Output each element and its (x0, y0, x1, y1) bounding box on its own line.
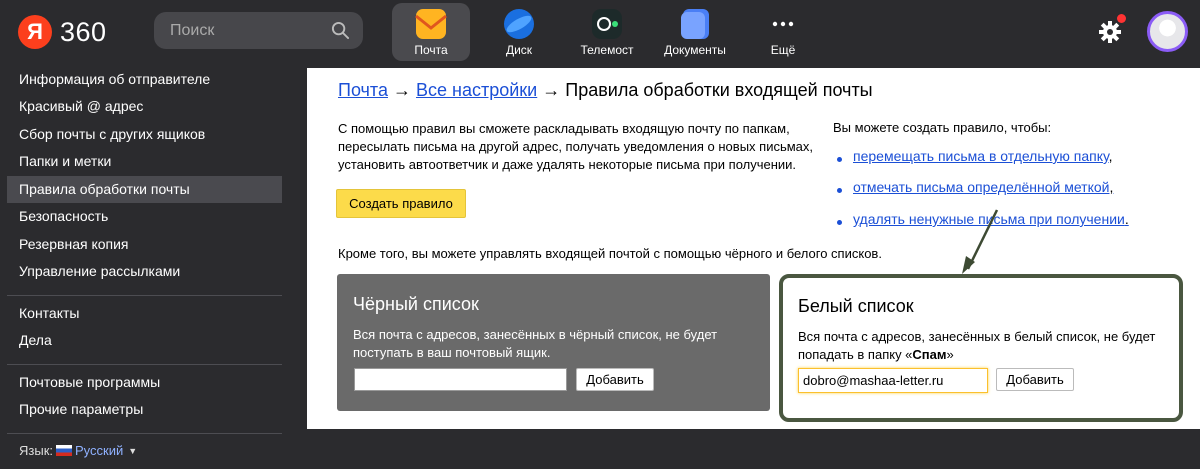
sidebar-item-beautiful-address[interactable]: Красивый @ адрес (7, 93, 282, 120)
notification-dot (1117, 14, 1126, 23)
whitelist-description: Вся почта с адресов, занесённых в белый … (798, 328, 1178, 364)
yandex-logo-icon: Я (18, 15, 52, 49)
rule-option-move-label: перемещать письма в отдельную папку (853, 148, 1109, 164)
rule-option-label-label: отмечать письма определённой меткой (853, 179, 1110, 195)
user-avatar[interactable] (1147, 11, 1188, 52)
sidebar-item-backup[interactable]: Резервная копия (7, 231, 282, 258)
blacklist-panel: Чёрный список Вся почта с адресов, занес… (337, 274, 770, 411)
whitelist-description-text: Вся почта с адресов, занесённых в белый … (798, 329, 1156, 362)
rules-intro-text: С помощью правил вы сможете раскладывать… (338, 121, 814, 172)
service-more[interactable]: Ещё (744, 3, 822, 61)
blacklist-add-button[interactable]: Добавить (576, 368, 654, 391)
rule-option-delete-label: удалять ненужные письма при получении (853, 211, 1125, 227)
blacklist-description: Вся почта с адресов, занесённых в чёрный… (353, 327, 718, 360)
lists-intro-text: Кроме того, вы можете управлять входящей… (338, 246, 882, 261)
service-mail-label: Почта (414, 43, 448, 57)
language-value: Русский (75, 443, 124, 458)
russian-flag-icon (56, 445, 72, 456)
settings-gear-icon[interactable] (1098, 20, 1122, 44)
search-box[interactable] (154, 12, 363, 49)
sidebar-item-folders-labels[interactable]: Папки и метки (7, 148, 282, 175)
breadcrumb: Почта → Все настройки → Правила обработк… (338, 80, 873, 101)
blacklist-email-input[interactable] (354, 368, 567, 391)
sidebar-item-tasks[interactable]: Дела (7, 327, 282, 354)
whitelist-add-button[interactable]: Добавить (996, 368, 1074, 391)
search-input[interactable] (170, 21, 320, 40)
search-icon[interactable] (331, 21, 350, 40)
rule-option-punctuation: , (1108, 148, 1113, 164)
sidebar-item-contacts[interactable]: Контакты (7, 300, 282, 327)
bullet-icon (837, 157, 842, 162)
sidebar-divider (7, 295, 282, 296)
mail-icon (415, 9, 447, 39)
language-selector[interactable]: Язык: Русский ▼ (19, 443, 137, 458)
documents-icon (681, 9, 709, 39)
sidebar-divider (7, 433, 282, 434)
telemost-icon (592, 9, 622, 39)
service-telemost-label: Телемост (580, 43, 634, 57)
rule-option-move-link[interactable]: перемещать письма в отдельную папку, (853, 148, 1113, 164)
rule-options-title: Вы можете создать правило, чтобы: (833, 120, 1052, 135)
settings-sidebar: Информация об отправителе Красивый @ адр… (0, 64, 290, 469)
disk-icon (504, 9, 534, 39)
blacklist-title: Чёрный список (353, 294, 479, 314)
sidebar-item-security[interactable]: Безопасность (7, 203, 282, 230)
bullet-icon (837, 220, 842, 225)
language-label: Язык: (19, 443, 53, 458)
rule-option-punctuation: . (1124, 211, 1129, 227)
service-mail[interactable]: Почта (392, 3, 470, 61)
whitelist-title: Белый список (798, 296, 914, 316)
whitelist-email-input[interactable] (798, 368, 988, 393)
whitelist-panel: Белый список Вся почта с адресов, занесё… (779, 274, 1183, 422)
breadcrumb-separator: → (542, 80, 561, 100)
sidebar-item-other-settings[interactable]: Прочие параметры (7, 396, 282, 423)
create-rule-button[interactable]: Создать правило (336, 189, 466, 218)
more-icon (772, 21, 794, 27)
page-title: Правила обработки входящей почты (565, 80, 873, 100)
service-telemost[interactable]: Телемост (568, 3, 646, 61)
sidebar-item-mail-rules[interactable]: Правила обработки почты (7, 176, 282, 203)
sidebar-item-mail-collector[interactable]: Сбор почты с других ящиков (7, 121, 282, 148)
service-disk-label: Диск (505, 43, 533, 57)
service-documents[interactable]: Документы (656, 3, 734, 61)
sidebar-item-mail-programs[interactable]: Почтовые программы (7, 369, 282, 396)
yandex-360-logo[interactable]: Я 360 (18, 15, 107, 49)
top-bar: Я 360 Почта Диск Телемост Документы Ещё (0, 0, 1200, 64)
service-more-label: Ещё (770, 43, 796, 57)
rule-option-label-link[interactable]: отмечать письма определённой меткой, (853, 179, 1113, 195)
breadcrumb-mail-link[interactable]: Почта (338, 80, 388, 100)
logo-360-text: 360 (60, 16, 107, 47)
service-disk[interactable]: Диск (480, 3, 558, 61)
whitelist-description-end: » (946, 347, 954, 362)
settings-main-panel: Почта → Все настройки → Правила обработк… (307, 68, 1200, 429)
service-documents-label: Документы (664, 43, 726, 57)
breadcrumb-settings-link[interactable]: Все настройки (416, 80, 537, 100)
breadcrumb-separator: → (393, 80, 411, 100)
spam-folder-name: Спам (912, 347, 947, 362)
rule-option-delete-link[interactable]: удалять ненужные письма при получении. (853, 211, 1129, 227)
dropdown-caret-icon: ▼ (128, 445, 138, 456)
rule-option-punctuation: , (1109, 179, 1114, 195)
bullet-icon (837, 188, 842, 193)
sidebar-item-subscriptions[interactable]: Управление рассылками (7, 258, 282, 285)
sidebar-divider (7, 364, 282, 365)
sidebar-item-sender-info[interactable]: Информация об отправителе (7, 66, 282, 93)
